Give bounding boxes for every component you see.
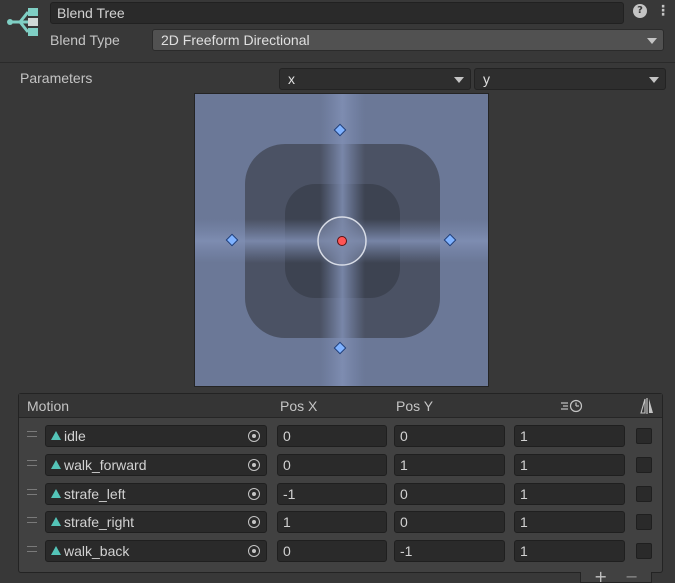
object-picker-icon[interactable] (248, 488, 260, 500)
motion-name: walk_forward (64, 457, 147, 473)
speed-field[interactable]: 1 (514, 425, 625, 447)
speed-field[interactable]: 1 (514, 483, 625, 505)
col-posx-header: Pos X (280, 398, 318, 414)
motion-name: strafe_right (64, 514, 135, 530)
motion-name: idle (64, 428, 86, 444)
pos-x-field[interactable]: 0 (277, 540, 387, 562)
motion-name: walk_back (64, 543, 130, 559)
col-posy-header: Pos Y (396, 398, 434, 414)
remove-motion-button[interactable]: − (625, 569, 638, 583)
blend-tree-icon (6, 4, 42, 40)
blend-type-label: Blend Type (50, 32, 120, 48)
speed-field[interactable]: 1 (514, 540, 625, 562)
list-footer (580, 572, 652, 583)
drag-handle[interactable] (27, 546, 37, 552)
parameter-y-dropdown[interactable]: y (474, 68, 666, 90)
object-picker-icon[interactable] (248, 430, 260, 442)
pos-x-field[interactable]: -1 (277, 483, 387, 505)
table-row: strafe_right 1 0 1 (19, 508, 662, 537)
divider (0, 62, 675, 63)
motion-name: strafe_left (64, 486, 126, 502)
table-row: idle 0 0 1 (19, 422, 662, 451)
current-blend-point[interactable] (337, 236, 347, 246)
drag-handle[interactable] (27, 460, 37, 466)
animation-clip-icon (51, 546, 61, 555)
mirror-checkbox[interactable] (636, 543, 652, 559)
blend-tree-name-field[interactable]: Blend Tree (50, 2, 624, 24)
mirror-checkbox[interactable] (636, 457, 652, 473)
parameter-y-value: y (483, 71, 490, 87)
col-motion-header: Motion (27, 398, 70, 414)
pos-x-field[interactable]: 0 (277, 425, 387, 447)
drag-handle[interactable] (27, 431, 37, 437)
kebab-menu-icon[interactable]: ⋮ (656, 4, 670, 18)
parameter-x-value: x (288, 71, 295, 87)
drag-handle[interactable] (27, 517, 37, 523)
drag-handle[interactable] (27, 489, 37, 495)
object-picker-icon[interactable] (248, 545, 260, 557)
object-picker-icon[interactable] (248, 459, 260, 471)
table-row: walk_back 0 -1 1 (19, 537, 662, 566)
animation-clip-icon (51, 460, 61, 469)
parameter-x-dropdown[interactable]: x (279, 68, 471, 90)
help-icon[interactable]: ? (633, 4, 647, 18)
parameters-label: Parameters (20, 70, 93, 86)
mirror-checkbox[interactable] (636, 428, 652, 444)
chevron-down-icon (649, 77, 659, 83)
animation-clip-icon (51, 517, 61, 526)
pos-y-field[interactable]: 1 (394, 454, 505, 476)
pos-y-field[interactable]: 0 (394, 425, 505, 447)
speed-field[interactable]: 1 (514, 511, 625, 533)
object-picker-icon[interactable] (248, 516, 260, 528)
pos-x-field[interactable]: 0 (277, 454, 387, 476)
speed-field[interactable]: 1 (514, 454, 625, 476)
mirror-icon (640, 397, 654, 419)
pos-x-field[interactable]: 1 (277, 511, 387, 533)
motion-field[interactable]: strafe_right (45, 511, 267, 533)
animation-clip-icon (51, 489, 61, 498)
animation-clip-icon (51, 431, 61, 440)
time-scale-icon (561, 399, 585, 417)
motion-field[interactable]: walk_forward (45, 454, 267, 476)
motion-field[interactable]: strafe_left (45, 483, 267, 505)
chevron-down-icon (647, 38, 657, 44)
table-row: strafe_left -1 0 1 (19, 480, 662, 509)
mirror-checkbox[interactable] (636, 514, 652, 530)
blend-space-graph[interactable] (194, 93, 489, 387)
add-motion-button[interactable]: + (594, 569, 607, 583)
chevron-down-icon (454, 77, 464, 83)
mirror-checkbox[interactable] (636, 486, 652, 502)
blend-type-value: 2D Freeform Directional (161, 32, 310, 48)
motion-field[interactable]: idle (45, 425, 267, 447)
blend-type-dropdown[interactable]: 2D Freeform Directional (152, 29, 664, 51)
pos-y-field[interactable]: 0 (394, 511, 505, 533)
motion-field[interactable]: walk_back (45, 540, 267, 562)
pos-y-field[interactable]: 0 (394, 483, 505, 505)
pos-y-field[interactable]: -1 (394, 540, 505, 562)
table-row: walk_forward 0 1 1 (19, 451, 662, 480)
